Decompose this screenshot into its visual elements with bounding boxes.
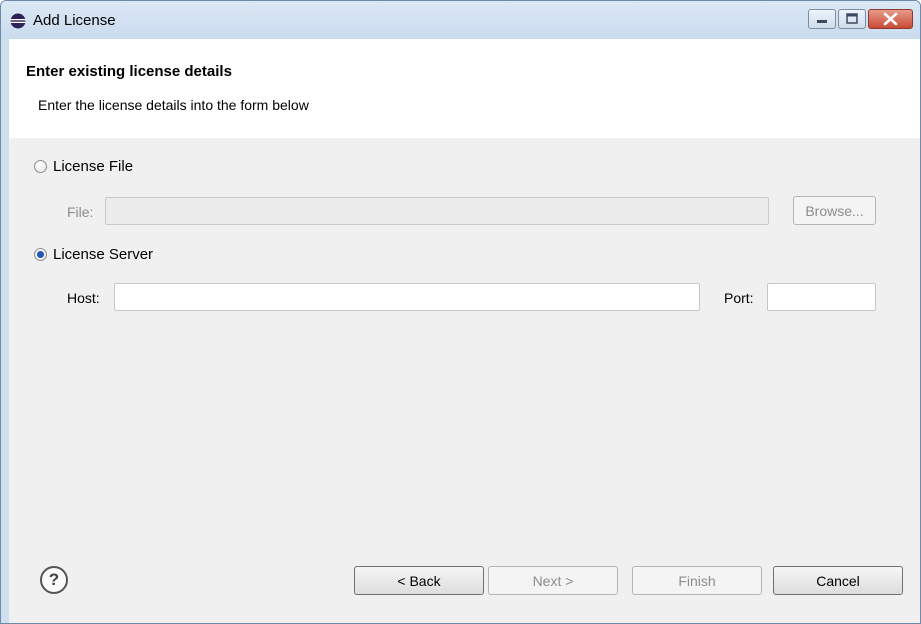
add-license-dialog: Add License Enter existing license detai… [0, 0, 921, 624]
back-button[interactable]: < Back [354, 566, 484, 595]
page-description: Enter the license details into the form … [38, 97, 309, 113]
host-label: Host: [67, 290, 100, 306]
file-label: File: [67, 204, 94, 220]
window-title: Add License [33, 12, 116, 29]
license-file-option[interactable]: License File [34, 158, 133, 175]
cancel-button[interactable]: Cancel [773, 566, 903, 595]
host-input[interactable] [114, 283, 700, 311]
file-path-input[interactable] [105, 197, 769, 225]
license-server-radio[interactable] [34, 248, 47, 261]
license-server-option[interactable]: License Server [34, 246, 153, 263]
close-button[interactable] [868, 9, 913, 29]
page-title: Enter existing license details [26, 63, 232, 80]
next-button[interactable]: Next > [488, 566, 618, 595]
license-server-radio-label: License Server [53, 246, 154, 263]
help-glyph: ? [48, 570, 60, 589]
minimize-button[interactable] [808, 9, 836, 29]
wizard-header: Enter existing license details Enter the… [9, 39, 920, 139]
port-label: Port: [724, 290, 754, 306]
license-file-radio-label: License File [53, 158, 134, 175]
close-icon [883, 12, 898, 26]
port-input[interactable] [767, 283, 876, 311]
question-mark-icon[interactable]: ? [40, 566, 68, 594]
maximize-button[interactable] [838, 9, 866, 29]
title-bar[interactable]: Add License [1, 1, 920, 39]
eclipse-app-icon [10, 13, 26, 29]
finish-button[interactable]: Finish [632, 566, 762, 595]
license-file-radio[interactable] [34, 160, 47, 173]
browse-button[interactable]: Browse... [793, 196, 876, 225]
minimize-icon [817, 20, 827, 23]
maximize-icon [846, 13, 858, 24]
form-area: License File File: Browse... License Ser… [9, 138, 920, 623]
window-controls [806, 9, 913, 31]
